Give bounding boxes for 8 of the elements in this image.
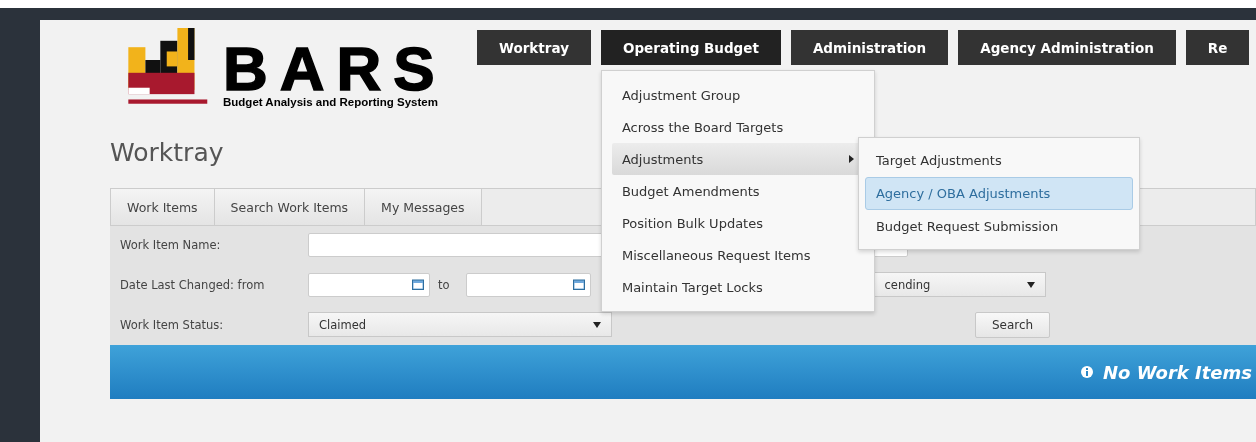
field-label: Date Last Changed: from (119, 277, 266, 292)
field-label: Work Item Status: (119, 317, 225, 332)
banner-message: No Work Items (1102, 361, 1252, 383)
field-label: Work Item Name: (119, 237, 222, 252)
field-label: to (438, 277, 450, 292)
logo-subtitle: Budget Analysis and Reporting System (223, 96, 439, 108)
page-title: Worktray (110, 138, 224, 169)
logo-title: BARS (223, 46, 447, 92)
